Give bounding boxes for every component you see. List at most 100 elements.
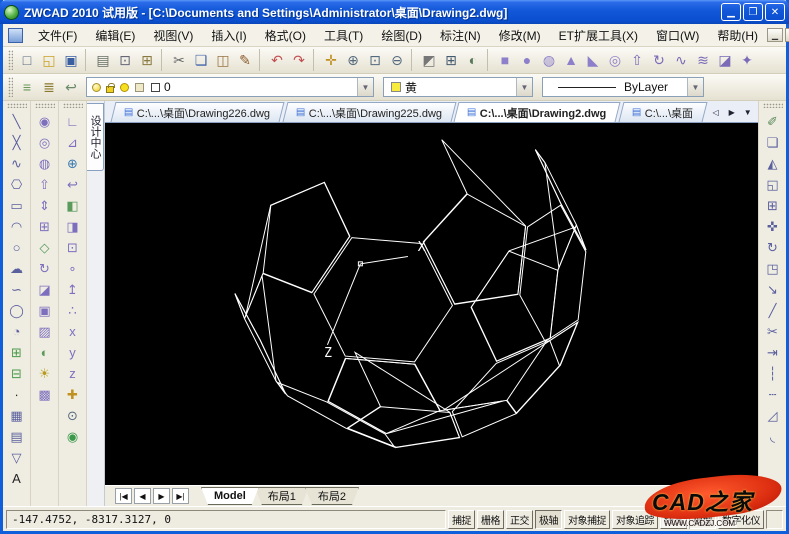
world-ucs-icon[interactable]: ⊕ [61,153,85,174]
polyline-icon[interactable]: ∿ [5,153,29,174]
revolve-icon[interactable]: ↻ [648,49,670,71]
fillet-icon[interactable]: ◟ [761,426,785,447]
layout-tab[interactable]: 布局1 [255,487,309,505]
status-toggle[interactable]: 对象捕捉 [564,509,610,529]
loft-icon[interactable]: ≋ [692,49,714,71]
region-icon[interactable]: ▤ [5,426,29,447]
linetype-combo[interactable]: ByLayer ▼ [542,77,704,97]
layer-combo[interactable]: 0 ▼ [86,77,374,97]
z-axis-rotate-ucs-icon[interactable]: z [61,363,85,384]
object-ucs-icon[interactable]: ◨ [61,216,85,237]
zoom-realtime-icon[interactable]: ⊕ [342,49,364,71]
visual-styles-icon[interactable]: ◐ [462,49,484,71]
color-combo-arrow-icon[interactable]: ▼ [516,78,532,96]
make-block-icon[interactable]: ⊟ [5,363,29,384]
toolbar-grip[interactable] [62,103,83,108]
break-icon[interactable]: ┄ [761,384,785,405]
status-toggle[interactable]: 数字化仪 [718,509,764,529]
solid-torus-icon[interactable]: ◎ [604,49,626,71]
designcenter-tab[interactable]: 设计中心 [87,103,104,171]
toolbar-grip[interactable] [762,103,783,108]
layout-tab[interactable]: 布局2 [305,487,359,505]
tab-list-button[interactable]: ▼ [740,105,755,120]
solid-box-icon[interactable]: ■ [494,49,516,71]
tab-scroll-right-button[interactable]: ▶ [724,105,739,120]
view-ucs-icon[interactable]: ⊡ [61,237,85,258]
toolbar-grip[interactable] [34,103,55,108]
menu-item[interactable]: 工具(T) [315,25,372,46]
ellipse-icon[interactable]: ◯ [5,300,29,321]
cut-icon[interactable]: ✂ [168,49,190,71]
spline-icon[interactable]: ∽ [5,279,29,300]
title-bar[interactable]: ZWCAD 2010 试用版 - [C:\Documents and Setti… [0,0,789,24]
extend-icon[interactable]: ⇥ [761,342,785,363]
make-object-layer-current-icon[interactable]: ≡ [16,76,38,98]
materials-icon[interactable]: ◐ [33,342,57,363]
maximize-button[interactable]: ❐ [743,3,763,21]
separator-icon[interactable] [411,49,418,71]
menu-item[interactable]: 帮助(H) [708,25,767,46]
3point-ucs-icon[interactable]: ∴ [61,300,85,321]
zoom-window-icon[interactable]: ⊡ [364,49,386,71]
array-icon[interactable]: ⊞ [761,195,785,216]
arc-icon[interactable]: ◠ [5,216,29,237]
mirror-icon[interactable]: ◭ [761,153,785,174]
copy-icon[interactable]: ❏ [761,132,785,153]
hatch-icon[interactable]: ▦ [5,405,29,426]
point-icon[interactable]: ∙ [5,384,29,405]
ucs-icon[interactable]: ∟ [61,111,85,132]
document-tab[interactable]: ▤ C:\...\桌面\Drawing2.dwg [453,102,621,122]
layer-manager-icon[interactable]: ≣ [38,76,60,98]
move-icon[interactable]: ✜ [761,216,785,237]
mdi-minimize-button[interactable]: ▁ [767,28,783,42]
document-tab[interactable]: ▤ C:\...\桌面\Drawing225.dwg [282,102,456,122]
solid-cylinder-icon[interactable]: ◍ [538,49,560,71]
text-icon[interactable]: A [5,468,29,489]
mdi-restore-button[interactable]: ❐ [785,28,789,42]
new-icon[interactable]: □ [16,49,38,71]
break-at-point-icon[interactable]: ┆ [761,363,785,384]
union-icon[interactable]: ◉ [33,111,57,132]
sweep-icon[interactable]: ∿ [670,49,692,71]
wipeout-icon[interactable]: ▽ [5,447,29,468]
linetype-combo-arrow-icon[interactable]: ▼ [687,78,703,96]
subtract-icon[interactable]: ◎ [33,132,57,153]
render-scene-icon[interactable]: ▩ [33,384,57,405]
undo-icon[interactable]: ↶ [266,49,288,71]
construction-line-icon[interactable]: ╳ [5,132,29,153]
separator-icon[interactable] [487,49,494,71]
extrude-faces-icon[interactable]: ⇧ [33,174,57,195]
stretch-icon[interactable]: ↘ [761,279,785,300]
thicken-icon[interactable]: ▣ [33,300,57,321]
toolbar-grip[interactable] [6,103,27,108]
color-combo[interactable]: 黄 ▼ [383,77,533,97]
document-tab[interactable]: ▤ C:\...\桌面 [618,102,708,122]
offset-icon[interactable]: ◱ [761,174,785,195]
status-toggle[interactable]: 极轴 [535,509,562,529]
ellipse-arc-icon[interactable]: ◔ [5,321,29,342]
redo-icon[interactable]: ↷ [288,49,310,71]
menu-item[interactable]: 文件(F) [29,25,86,46]
status-toggle[interactable]: 正交 [506,509,533,529]
first-layout-button[interactable]: |◀ [115,488,132,504]
render-icon[interactable]: ◩ [418,49,440,71]
insert-block-icon[interactable]: ⊞ [5,342,29,363]
named-ucs-icon[interactable]: ⊿ [61,132,85,153]
zoom-previous-icon[interactable]: ⊖ [386,49,408,71]
copy-clip-icon[interactable]: ❏ [190,49,212,71]
circle-icon[interactable]: ○ [5,237,29,258]
menu-item[interactable]: 插入(I) [202,25,255,46]
menu-item[interactable]: 标注(N) [431,25,490,46]
lights-icon[interactable]: ☀ [33,363,57,384]
face-ucs-icon[interactable]: ◧ [61,195,85,216]
zoom-icon[interactable]: ⊙ [61,405,85,426]
render-region-icon[interactable]: ▨ [33,321,57,342]
3d-orbit-icon[interactable]: ◉ [61,426,85,447]
layer-combo-arrow-icon[interactable]: ▼ [357,78,373,96]
status-toggle[interactable]: 捕捉 [448,509,475,529]
plot-icon[interactable]: ▤ [92,49,114,71]
next-layout-button[interactable]: ▶ [153,488,170,504]
slice-solid-icon[interactable]: ◪ [33,279,57,300]
status-toggle[interactable]: 栅格 [477,509,504,529]
paste-icon[interactable]: ◫ [212,49,234,71]
